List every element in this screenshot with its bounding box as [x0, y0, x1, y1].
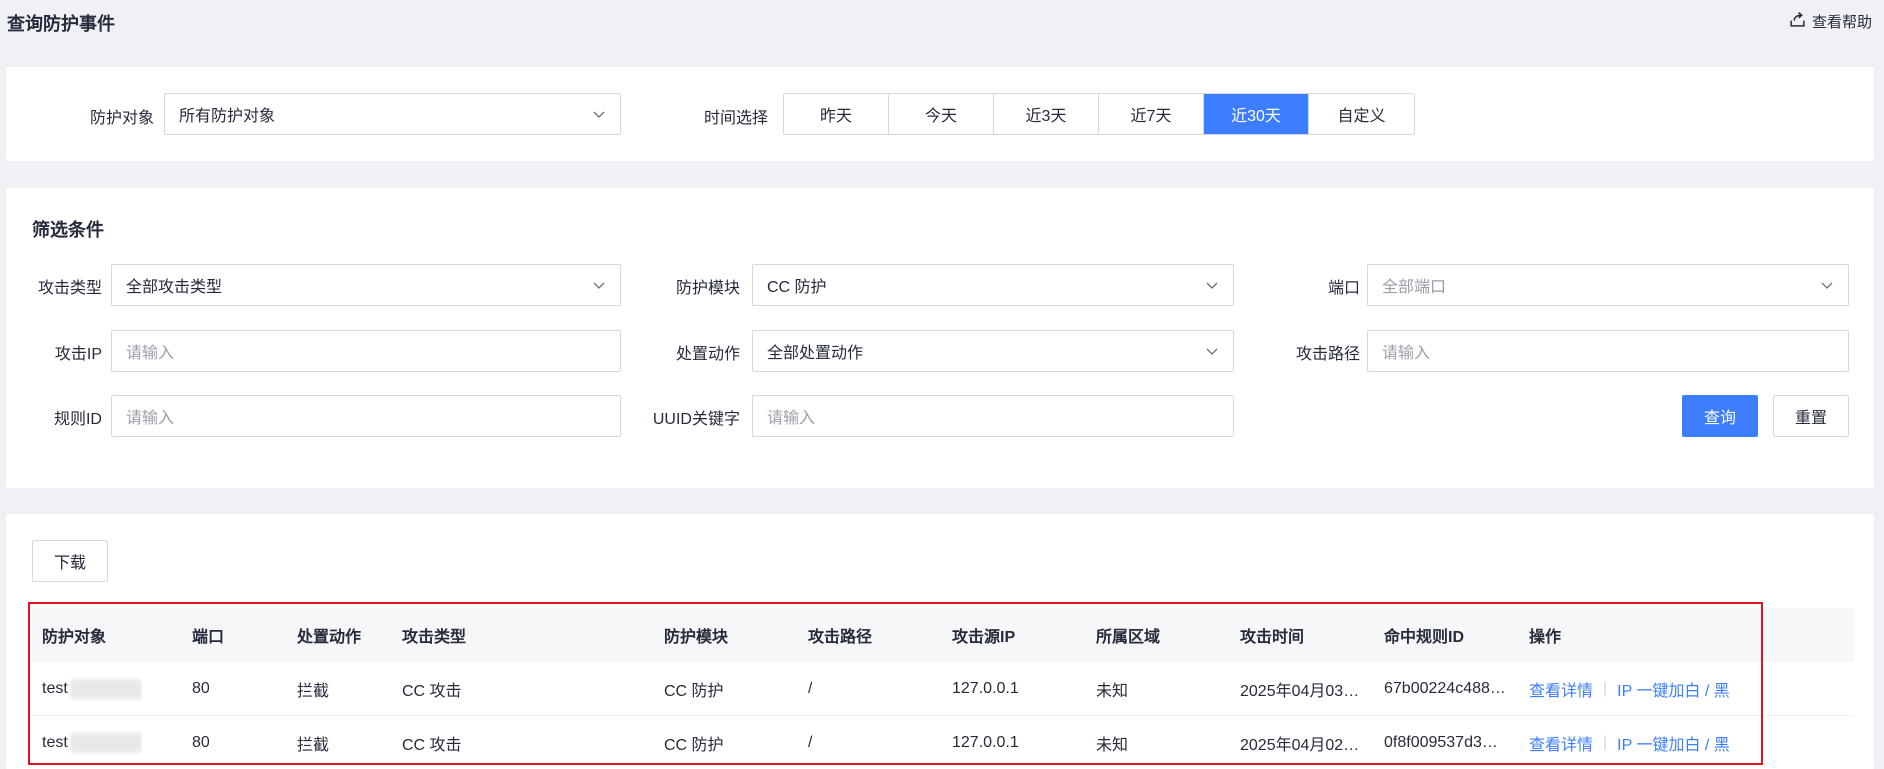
- cell-path: /: [808, 680, 813, 697]
- cell-module: CC 防护: [664, 683, 724, 700]
- rule-id-input[interactable]: 请输入: [111, 395, 621, 437]
- ip-allow-block-link[interactable]: IP 一键加白 / 黑: [1617, 677, 1730, 701]
- target-select[interactable]: 所有防护对象: [164, 93, 621, 135]
- col-header-operation: 操作: [1529, 629, 1562, 646]
- cell-region: 未知: [1096, 683, 1129, 700]
- cell-target: test: [42, 662, 142, 716]
- cell-time: 2025年04月02…: [1240, 737, 1360, 754]
- cell-module: CC 防护: [664, 737, 724, 754]
- page-header: 查询防护事件 查看帮助: [0, 0, 1884, 42]
- time-option-yesterday[interactable]: 昨天: [784, 94, 889, 134]
- cell-rule-id: 67b00224c488…: [1384, 680, 1506, 697]
- help-link[interactable]: 查看帮助: [1789, 11, 1872, 32]
- table-header: 防护对象 端口 处置动作 攻击类型 防护模块 攻击路径 攻击源IP 所属区域 攻…: [32, 608, 1854, 662]
- reset-button[interactable]: 重置: [1773, 395, 1849, 437]
- query-button[interactable]: 查询: [1682, 395, 1758, 437]
- table-row: test 80 拦截 CC 攻击 CC 防护 / 127.0.0.1 未知 20…: [32, 716, 1854, 769]
- cell-rule-id: 0f8f009537d3…: [1384, 734, 1498, 751]
- filter-card: 筛选条件 攻击类型 全部攻击类型 防护模块 CC 防护 端口 全部端口 攻击IP…: [6, 188, 1874, 488]
- attack-path-placeholder: 请输入: [1382, 345, 1431, 362]
- scope-card: 防护对象 所有防护对象 时间选择 昨天 今天 近3天 近7天 近30天 自定义: [6, 67, 1874, 161]
- chevron-down-icon: [1205, 344, 1219, 358]
- page-title: 查询防护事件: [7, 14, 115, 34]
- col-header-source-ip: 攻击源IP: [952, 629, 1016, 646]
- cell-target: test: [42, 716, 142, 769]
- rule-id-label: 规则ID: [53, 411, 102, 428]
- col-header-action: 处置动作: [297, 629, 362, 646]
- cell-action: 拦截: [297, 683, 330, 700]
- cell-port: 80: [192, 734, 210, 751]
- attack-ip-placeholder: 请输入: [126, 345, 175, 362]
- action-label: 处置动作: [675, 346, 740, 363]
- module-label: 防护模块: [675, 280, 740, 297]
- target-label: 防护对象: [89, 110, 154, 127]
- filter-title: 筛选条件: [32, 220, 104, 240]
- chevron-down-icon: [1205, 278, 1219, 292]
- time-option-7days[interactable]: 近7天: [1099, 94, 1204, 134]
- attack-path-input[interactable]: 请输入: [1367, 330, 1849, 372]
- cell-attack-type: CC 攻击: [402, 683, 462, 700]
- col-header-target: 防护对象: [42, 629, 107, 646]
- chevron-down-icon: [592, 278, 606, 292]
- download-button[interactable]: 下载: [32, 540, 108, 582]
- chevron-down-icon: [1820, 278, 1834, 292]
- redacted-text: [69, 679, 142, 699]
- uuid-label: UUID关键字: [652, 411, 740, 428]
- cell-action: 拦截: [297, 737, 330, 754]
- col-header-port: 端口: [192, 629, 225, 646]
- cell-operation: 查看详情 | IP 一键加白 / 黑: [1529, 662, 1730, 716]
- share-icon: [1789, 11, 1806, 32]
- time-option-custom[interactable]: 自定义: [1309, 94, 1414, 134]
- ip-allow-block-link[interactable]: IP 一键加白 / 黑: [1617, 731, 1730, 755]
- rule-id-placeholder: 请输入: [126, 410, 175, 427]
- view-detail-link[interactable]: 查看详情: [1529, 731, 1593, 755]
- redacted-text: [69, 733, 142, 753]
- table-row: test 80 拦截 CC 攻击 CC 防护 / 127.0.0.1 未知 20…: [32, 662, 1854, 716]
- time-option-30days[interactable]: 近30天: [1204, 94, 1309, 134]
- time-label: 时间选择: [703, 110, 768, 127]
- module-select[interactable]: CC 防护: [752, 264, 1234, 306]
- action-value: 全部处置动作: [767, 345, 864, 362]
- attack-ip-input[interactable]: 请输入: [111, 330, 621, 372]
- time-range-segmented: 昨天 今天 近3天 近7天 近30天 自定义: [783, 93, 1415, 135]
- cell-time: 2025年04月03…: [1240, 683, 1360, 700]
- col-header-rule-id: 命中规则ID: [1384, 629, 1465, 646]
- cell-path: /: [808, 734, 813, 751]
- chevron-down-icon: [592, 107, 606, 121]
- col-header-time: 攻击时间: [1240, 629, 1305, 646]
- help-label: 查看帮助: [1811, 14, 1872, 31]
- attack-type-select[interactable]: 全部攻击类型: [111, 264, 621, 306]
- attack-ip-label: 攻击IP: [54, 346, 102, 363]
- uuid-input[interactable]: 请输入: [752, 395, 1234, 437]
- divider: |: [1603, 680, 1608, 697]
- view-detail-link[interactable]: 查看详情: [1529, 677, 1593, 701]
- port-select[interactable]: 全部端口: [1367, 264, 1849, 306]
- cell-port: 80: [192, 680, 210, 697]
- action-select[interactable]: 全部处置动作: [752, 330, 1234, 372]
- col-header-path: 攻击路径: [808, 629, 873, 646]
- col-header-attack-type: 攻击类型: [402, 629, 467, 646]
- cell-source-ip: 127.0.0.1: [952, 734, 1019, 751]
- cell-operation: 查看详情 | IP 一键加白 / 黑: [1529, 716, 1730, 769]
- cell-region: 未知: [1096, 737, 1129, 754]
- attack-type-label: 攻击类型: [37, 280, 102, 297]
- attack-type-value: 全部攻击类型: [126, 279, 223, 296]
- port-placeholder: 全部端口: [1382, 279, 1447, 296]
- col-header-module: 防护模块: [664, 629, 729, 646]
- time-option-3days[interactable]: 近3天: [994, 94, 1099, 134]
- cell-source-ip: 127.0.0.1: [952, 680, 1019, 697]
- module-value: CC 防护: [767, 279, 827, 296]
- divider: |: [1603, 734, 1608, 751]
- time-option-today[interactable]: 今天: [889, 94, 994, 134]
- target-select-value: 所有防护对象: [179, 108, 276, 125]
- cell-attack-type: CC 攻击: [402, 737, 462, 754]
- port-label: 端口: [1327, 280, 1360, 297]
- attack-path-label: 攻击路径: [1295, 346, 1360, 363]
- events-table: 防护对象 端口 处置动作 攻击类型 防护模块 攻击路径 攻击源IP 所属区域 攻…: [32, 608, 1854, 769]
- uuid-placeholder: 请输入: [767, 410, 816, 427]
- col-header-region: 所属区域: [1096, 629, 1161, 646]
- results-card: 下载 防护对象 端口 处置动作 攻击类型 防护模块 攻击路径 攻击源IP 所属区…: [6, 514, 1874, 769]
